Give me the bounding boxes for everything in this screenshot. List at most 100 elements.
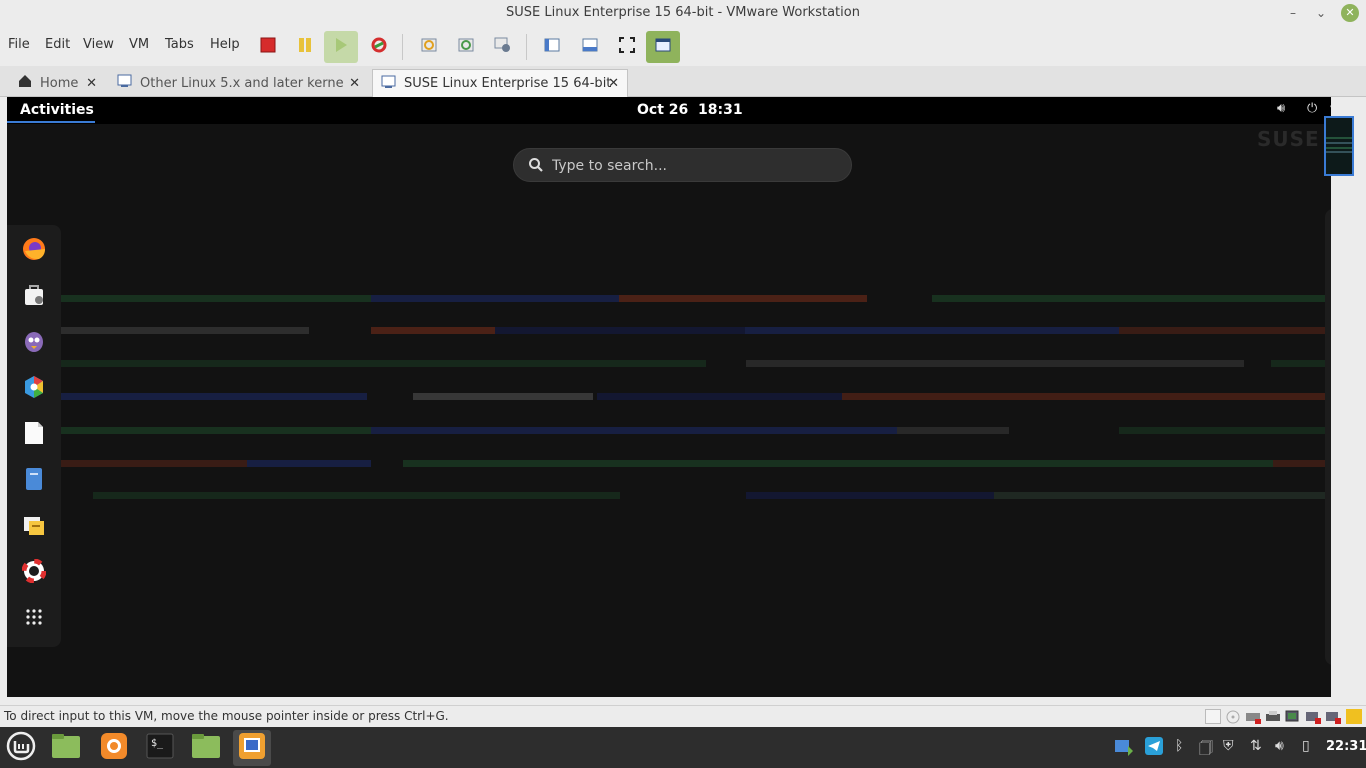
show-library-button[interactable] <box>535 31 569 63</box>
taskbar-vmware[interactable] <box>233 730 271 766</box>
wallpaper-streak <box>746 492 994 499</box>
tab-close-button[interactable]: ✕ <box>608 76 619 91</box>
wallpaper-streak <box>619 295 867 302</box>
power-icon[interactable]: ⏻ <box>1307 101 1317 116</box>
message-log-icon[interactable] <box>1346 709 1362 724</box>
menu-vm[interactable]: VM <box>129 37 149 52</box>
wallpaper-streak <box>61 393 367 400</box>
menu-tabs[interactable]: Tabs <box>165 37 194 52</box>
help-icon <box>21 558 47 587</box>
dock-help[interactable] <box>20 558 48 587</box>
volume-icon[interactable]: 🔊︎ <box>1277 101 1285 116</box>
mint-menu-button[interactable] <box>2 730 40 766</box>
vm-icon <box>117 74 132 92</box>
wallpaper-streak <box>61 295 371 302</box>
device-network-icon[interactable] <box>1285 709 1301 724</box>
tab-home[interactable]: Home ✕ <box>10 69 105 97</box>
device-usb-icon[interactable] <box>1305 709 1321 724</box>
device-cd-icon[interactable] <box>1225 709 1241 724</box>
revert-snapshot-button[interactable] <box>449 31 483 63</box>
wallpaper-streak <box>1273 460 1331 467</box>
dock-pidgin[interactable] <box>20 329 48 357</box>
clipboard-icon[interactable]: 🗍︎ <box>1199 738 1213 762</box>
telegram-icon[interactable] <box>1144 736 1164 760</box>
tab-other-linux[interactable]: Other Linux 5.x and later kerne... ✕ <box>109 69 368 97</box>
bluetooth-icon[interactable]: ᛒ <box>1175 738 1183 754</box>
activities-button[interactable]: Activities <box>20 102 94 118</box>
dock-photos[interactable] <box>20 375 48 403</box>
wallpaper-streak <box>371 427 897 434</box>
network-icon[interactable]: ⇅ <box>1250 738 1262 754</box>
menu-edit[interactable]: Edit <box>45 37 70 52</box>
minimize-button[interactable]: – <box>1284 4 1302 22</box>
tab-close-button[interactable]: ✕ <box>86 76 97 91</box>
wallpaper-streak <box>403 460 1273 467</box>
menu-help[interactable]: Help <box>210 37 240 52</box>
power-off-button[interactable] <box>251 31 285 63</box>
dock-files[interactable] <box>20 467 48 495</box>
gnome-clock[interactable]: Oct 26 18:31 <box>637 102 743 118</box>
wallpaper-streak <box>61 327 309 334</box>
unity-button[interactable] <box>646 31 680 63</box>
tab-close-button[interactable]: ✕ <box>349 76 360 91</box>
dash-dock <box>7 225 61 647</box>
vmware-icon <box>238 732 266 764</box>
maximize-button[interactable]: ⌄ <box>1312 4 1330 22</box>
shield-icon[interactable]: ⛨ <box>1223 738 1234 754</box>
reset-button[interactable] <box>362 31 396 63</box>
wallpaper-streak <box>413 393 593 400</box>
wallpaper-streak <box>897 427 1009 434</box>
taskbar-folder[interactable] <box>187 730 225 766</box>
dock-firefox[interactable] <box>20 237 48 265</box>
wallpaper-streak <box>93 492 620 499</box>
chevron-down-icon[interactable]: ▼ <box>1330 104 1331 115</box>
wallpaper-streak <box>61 427 371 434</box>
tab-label: Home <box>40 75 79 91</box>
suspend-button[interactable] <box>288 31 322 63</box>
power-on-icon <box>333 37 349 57</box>
close-button[interactable]: ✕ <box>1341 4 1359 22</box>
status-message: To direct input to this VM, move the mou… <box>4 709 449 723</box>
terminal-icon: $_ <box>146 733 174 763</box>
device-sound-icon[interactable] <box>1325 709 1341 724</box>
device-printer-icon[interactable] <box>1265 709 1281 724</box>
power-off-icon <box>260 37 276 57</box>
power-on-button[interactable] <box>324 31 358 63</box>
wallpaper-streak <box>1119 327 1331 334</box>
taskbar-firefox[interactable] <box>95 730 133 766</box>
update-manager-icon[interactable] <box>1114 736 1134 760</box>
fullscreen-button[interactable] <box>610 31 644 63</box>
manage-snapshots-button[interactable] <box>486 31 520 63</box>
yast-icon <box>22 513 46 541</box>
menu-file[interactable]: File <box>8 37 30 52</box>
menu-toolbar: File Edit View VM Tabs Help <box>0 26 1366 66</box>
dock-text-editor[interactable] <box>20 421 48 449</box>
show-library-icon <box>543 36 561 58</box>
taskbar-files[interactable] <box>47 730 85 766</box>
overview-search[interactable] <box>513 148 852 182</box>
wallpaper-streak <box>932 295 1331 302</box>
taskbar-clock[interactable]: 22:31 <box>1326 739 1366 754</box>
snapshot-button[interactable] <box>412 31 446 63</box>
show-apps-icon <box>25 608 43 630</box>
dock-yast[interactable] <box>20 513 48 541</box>
search-input[interactable] <box>552 155 832 177</box>
menu-view[interactable]: View <box>83 37 114 52</box>
search-icon <box>528 157 544 177</box>
thumbnail-bar-button[interactable] <box>573 31 607 63</box>
dock-show-apps[interactable] <box>20 605 48 633</box>
toolbar-separator <box>402 34 403 60</box>
workspace-thumbnail[interactable] <box>1324 116 1354 176</box>
wallpaper-streak <box>61 360 706 367</box>
battery-icon[interactable]: ▯ <box>1302 738 1310 754</box>
tab-label: Other Linux 5.x and later kerne... <box>140 75 343 91</box>
taskbar-terminal[interactable]: $_ <box>141 730 179 766</box>
files-icon <box>51 733 81 763</box>
device-disk-icon[interactable] <box>1245 709 1261 724</box>
device-floppy-icon[interactable] <box>1205 709 1221 724</box>
volume-icon[interactable]: 🔊︎ <box>1275 738 1284 754</box>
dock-software[interactable] <box>20 283 48 311</box>
tab-suse[interactable]: SUSE Linux Enterprise 15 64-bit ✕ <box>372 69 628 97</box>
vm-display[interactable]: Activities Oct 26 18:31 🔊︎ ⏻ ▼ SUSE <box>7 97 1331 697</box>
document-icon <box>23 421 45 449</box>
